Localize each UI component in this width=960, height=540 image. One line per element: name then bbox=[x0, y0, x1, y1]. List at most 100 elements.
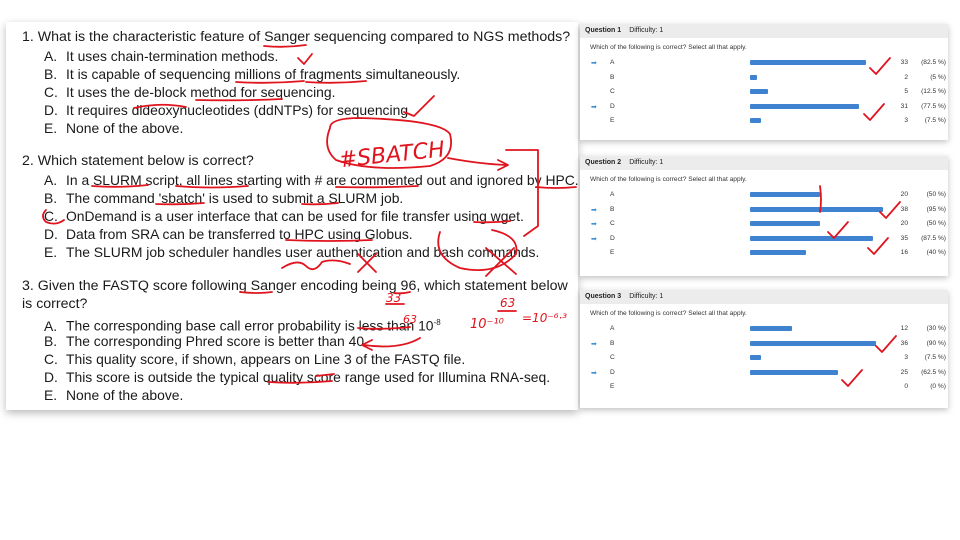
results-bar-track bbox=[750, 103, 890, 109]
question-3: 3. Given the FASTQ score following Sange… bbox=[22, 277, 578, 404]
results-bar-track bbox=[750, 355, 890, 361]
results-difficulty: Difficulty: 1 bbox=[629, 293, 664, 300]
results-header: Question 1 Difficulty: 1 bbox=[580, 24, 948, 38]
results-percent: (0 %) bbox=[930, 383, 946, 391]
results-row-b: ➡ B 36 (90 %) bbox=[580, 337, 948, 352]
results-bar-track bbox=[750, 118, 890, 124]
results-count: 3 bbox=[904, 354, 908, 362]
results-count: 16 bbox=[900, 249, 908, 257]
question-2: 2. Which statement below is correct? A. I… bbox=[22, 152, 579, 261]
results-bar-track bbox=[750, 206, 890, 212]
results-bar-track bbox=[750, 326, 890, 331]
results-row-c: C 3 (7.5 %) bbox=[580, 351, 948, 366]
results-panel-question-2: Question 2 Difficulty: 1 Which of the foll… bbox=[580, 156, 948, 276]
results-panel-question-1: Question 1 Difficulty: 1 Which of the foll… bbox=[580, 24, 948, 140]
quiz-questions-card: 1. What is the characteristic feature of… bbox=[6, 22, 579, 410]
results-percent: (50 %) bbox=[926, 220, 946, 228]
q1-option-c: C. It uses the de-block method for sequen… bbox=[44, 84, 336, 100]
results-percent: (87.5 %) bbox=[921, 234, 946, 242]
results-row-e: E 0 (0 %) bbox=[580, 380, 948, 395]
results-bar bbox=[750, 250, 806, 256]
results-count: 38 bbox=[900, 205, 908, 213]
results-row-e: E 3 (7.5 %) bbox=[580, 114, 948, 129]
results-percent: (5 %) bbox=[930, 73, 946, 81]
results-row-a: A 20 (50 %) bbox=[580, 188, 948, 203]
q3-option-a: A. The corresponding base call error prob… bbox=[44, 317, 441, 334]
results-panel-question-3: Question 3 Difficulty: 1 Which of the foll… bbox=[580, 290, 948, 408]
question-1: 1. What is the characteristic feature of… bbox=[22, 28, 578, 137]
correct-arrow-icon: ➡ bbox=[591, 369, 597, 377]
results-row-label: B bbox=[610, 339, 615, 347]
question-1-text: 1. What is the characteristic feature of… bbox=[22, 29, 571, 45]
results-count: 25 bbox=[900, 368, 908, 376]
results-count: 12 bbox=[900, 325, 908, 332]
correct-arrow-icon: ➡ bbox=[591, 340, 597, 348]
correct-arrow-icon: ➡ bbox=[591, 221, 597, 229]
results-bar-track bbox=[750, 89, 890, 95]
results-percent: (82.5 %) bbox=[921, 59, 946, 66]
results-row-b: B 2 (5 %) bbox=[580, 71, 948, 86]
results-bar-track bbox=[750, 340, 890, 346]
results-bar bbox=[750, 118, 761, 124]
results-percent: (62.5 %) bbox=[921, 368, 946, 376]
results-instruction: Which of the following is correct? Selec… bbox=[590, 310, 747, 317]
results-percent: (90 %) bbox=[926, 339, 946, 347]
results-bar-track bbox=[750, 221, 890, 227]
q2-option-b: B. The command 'sbatch' is used to submit… bbox=[44, 190, 404, 206]
results-percent: (7.5 %) bbox=[924, 354, 946, 362]
results-row-d: ➡ D 35 (87.5 %) bbox=[580, 232, 948, 247]
results-bar bbox=[750, 89, 768, 95]
q2-option-c: C. OnDemand is a user interface that can … bbox=[44, 208, 524, 224]
results-count: 33 bbox=[900, 59, 908, 66]
q1-option-d: D. It requires dideoxynucleotides (ddNTPs… bbox=[44, 102, 412, 118]
results-bar bbox=[750, 235, 873, 241]
results-bar bbox=[750, 192, 820, 197]
results-percent: (77.5 %) bbox=[921, 102, 946, 110]
results-instruction: Which of the following is correct? Selec… bbox=[590, 44, 747, 51]
results-count: 5 bbox=[904, 88, 908, 96]
results-header: Question 3 Difficulty: 1 bbox=[580, 290, 948, 304]
results-percent: (40 %) bbox=[926, 249, 946, 257]
q1-option-e: E. None of the above. bbox=[44, 120, 184, 136]
results-percent: (7.5 %) bbox=[924, 117, 946, 125]
results-bar bbox=[750, 221, 820, 227]
q2-option-a: A. In a SLURM script, all lines starting … bbox=[44, 172, 579, 188]
results-row-label: A bbox=[610, 191, 615, 198]
results-question-title: Question 1 bbox=[585, 27, 622, 34]
results-count: 0 bbox=[904, 383, 908, 391]
results-row-label: B bbox=[610, 73, 615, 81]
correct-arrow-icon: ➡ bbox=[591, 103, 597, 111]
results-count: 20 bbox=[900, 220, 908, 228]
q3-option-c: C. This quality score, if shown, appears … bbox=[44, 351, 466, 367]
results-row-label: C bbox=[610, 88, 615, 96]
results-row-label: A bbox=[610, 325, 615, 332]
results-bar bbox=[750, 206, 883, 212]
q1-option-a: A. It uses chain-termination methods. bbox=[44, 48, 279, 64]
results-row-e: E 16 (40 %) bbox=[580, 246, 948, 261]
results-percent: (50 %) bbox=[926, 191, 946, 198]
results-bar-track bbox=[750, 250, 890, 256]
results-row-label: E bbox=[610, 249, 615, 257]
results-percent: (12.5 %) bbox=[921, 88, 946, 96]
results-header: Question 2 Difficulty: 1 bbox=[580, 156, 948, 170]
correct-arrow-icon: ➡ bbox=[591, 206, 597, 214]
results-count: 31 bbox=[900, 102, 908, 110]
results-bar bbox=[750, 340, 876, 346]
results-bar bbox=[750, 355, 761, 361]
results-bar bbox=[750, 326, 792, 331]
results-count: 3 bbox=[904, 117, 908, 125]
results-row-a: ➡ A 33 (82.5 %) bbox=[580, 56, 948, 71]
results-bar-track bbox=[750, 192, 890, 197]
results-row-label: C bbox=[610, 354, 615, 362]
results-row-d: ➡ D 25 (62.5 %) bbox=[580, 366, 948, 381]
results-bar bbox=[750, 369, 838, 375]
results-row-a: A 12 (30 %) bbox=[580, 322, 948, 337]
q3-option-d: D. This score is outside the typical qual… bbox=[44, 369, 551, 385]
q3-option-e: E. None of the above. bbox=[44, 387, 184, 403]
question-2-text: 2. Which statement below is correct? bbox=[22, 153, 254, 169]
results-bar bbox=[750, 60, 866, 65]
results-percent: (30 %) bbox=[926, 325, 946, 332]
results-question-title: Question 3 bbox=[585, 293, 622, 300]
results-count: 2 bbox=[904, 73, 908, 81]
q3-option-b: B. The corresponding Phred score is bette… bbox=[44, 333, 368, 349]
